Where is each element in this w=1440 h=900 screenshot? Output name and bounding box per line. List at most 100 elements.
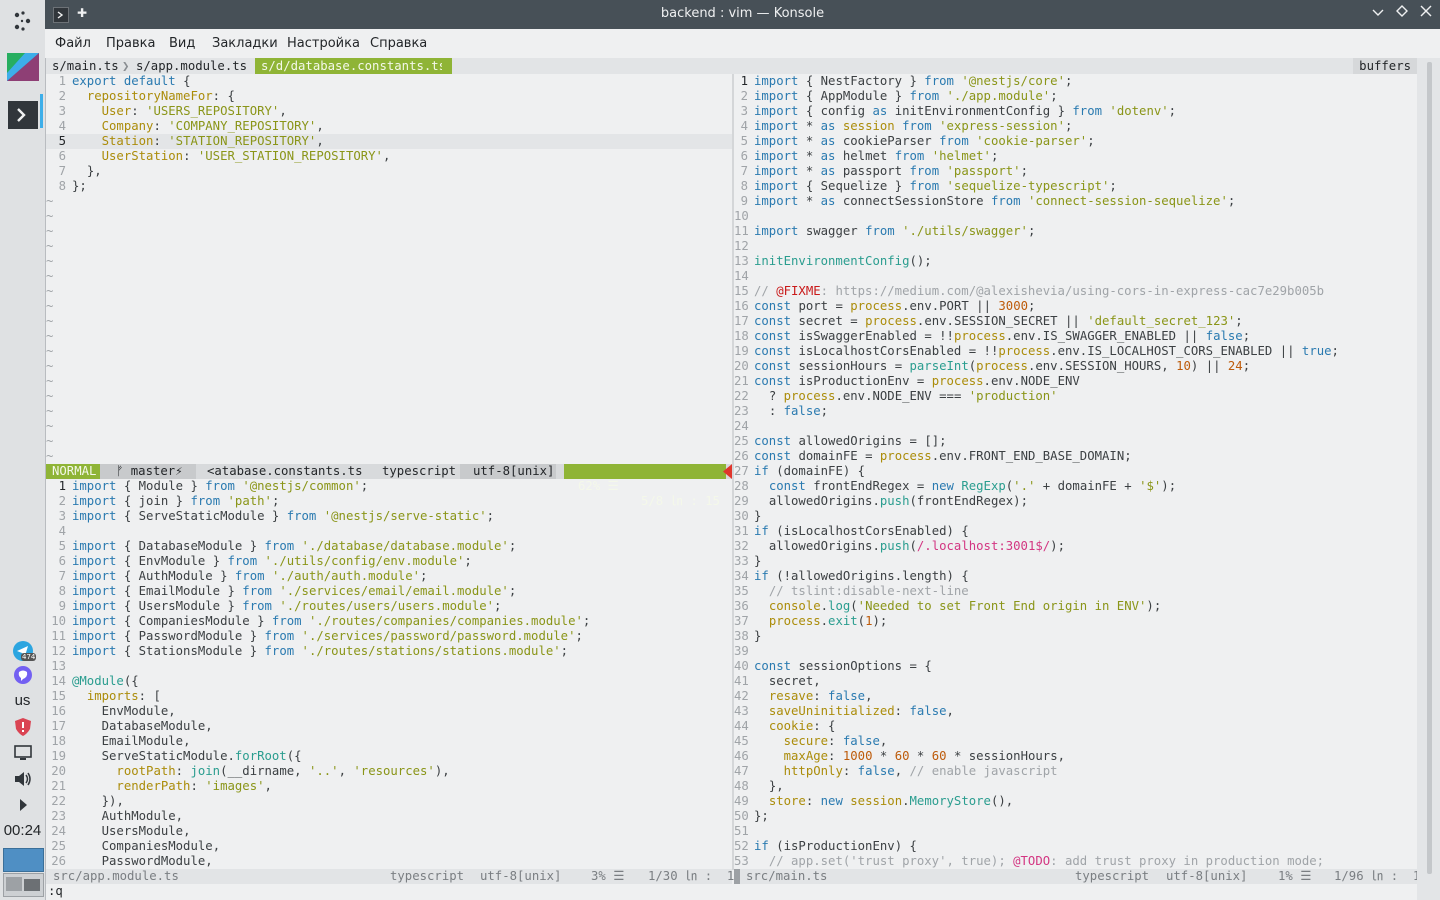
code-line[interactable]: 45 secure: false, (734, 734, 1417, 749)
code-line[interactable]: 16 const port = process.env.PORT || 3000; (734, 299, 1417, 314)
code-line[interactable]: 7 }, (46, 164, 732, 179)
code-line[interactable]: 46 maxAge: 1000 * 60 * 60 * sessionHours… (734, 749, 1417, 764)
code-line[interactable]: 6import { EnvModule } from './utils/conf… (46, 554, 732, 569)
code-line[interactable]: 44 cookie: { (734, 719, 1417, 734)
code-line[interactable]: 48 }, (734, 779, 1417, 794)
menu-edit[interactable]: Правка (106, 36, 155, 51)
tray-expand-arrow-icon[interactable] (6, 790, 39, 820)
editor-pane-database-constants[interactable]: 1 export default {2 repositoryNameFor: {3… (46, 74, 732, 464)
code-line[interactable]: 52 if (isProductionEnv) { (734, 839, 1417, 854)
code-line[interactable]: 9 import * as connectSessionStore from 'c… (734, 194, 1417, 209)
code-line[interactable]: 4 import * as session from 'express-sessi… (734, 119, 1417, 134)
code-line[interactable]: 13 (46, 659, 732, 674)
buffer-tab-app-module[interactable]: s/app.module.ts (130, 58, 253, 74)
code-line[interactable]: 6 UserStation: 'USER_STATION_REPOSITORY'… (46, 149, 732, 164)
buffer-tab-main[interactable]: s/main.ts (46, 58, 125, 74)
code-line[interactable]: 33} (734, 554, 1417, 569)
maximize-diamond-icon[interactable] (1393, 5, 1411, 23)
code-line[interactable]: 3 User: 'USERS_REPOSITORY', (46, 104, 732, 119)
code-line[interactable]: 7import { AuthModule } from './auth/auth… (46, 569, 732, 584)
code-line[interactable]: 8}; (46, 179, 732, 194)
code-line[interactable]: 39 (734, 644, 1417, 659)
code-line[interactable]: 24 UsersModule, (46, 824, 732, 839)
code-line[interactable]: 20 const sessionHours = parseInt(process.… (734, 359, 1417, 374)
code-line[interactable]: 40 const sessionOptions = { (734, 659, 1417, 674)
close-icon[interactable] (1417, 5, 1435, 23)
scrollbar-thumb[interactable] (1427, 62, 1432, 874)
code-line[interactable]: 26 PasswordModule, (46, 854, 732, 869)
code-line[interactable]: 2 import { AppModule } from './app.module… (734, 89, 1417, 104)
code-line[interactable]: 5import { DatabaseModule } from './datab… (46, 539, 732, 554)
code-line[interactable]: 29 allowedOrigins.push(frontEndRegex); (734, 494, 1417, 509)
code-line[interactable]: 8 import { Sequelize } from 'sequelize-ty… (734, 179, 1417, 194)
code-line[interactable]: 1 export default { (46, 74, 732, 89)
minimize-chevron-icon[interactable] (1369, 5, 1387, 23)
code-line[interactable]: 25 CompaniesModule, (46, 839, 732, 854)
code-line[interactable]: 51 (734, 824, 1417, 839)
clock[interactable]: 00:24 (0, 822, 45, 839)
code-line[interactable]: 4 Company: 'COMPANY_REPOSITORY', (46, 119, 732, 134)
code-line[interactable]: 36 console.log('Needed to set Front End … (734, 599, 1417, 614)
code-line[interactable]: 5 Station: 'STATION_REPOSITORY', (46, 134, 732, 149)
code-line[interactable]: 17 const secret = process.env.SESSION_SEC… (734, 314, 1417, 329)
code-line[interactable]: 4 (46, 524, 732, 539)
code-line[interactable]: 23 : false; (734, 404, 1417, 419)
code-line[interactable]: 24 (734, 419, 1417, 434)
code-line[interactable]: 50}; (734, 809, 1417, 824)
code-line[interactable]: 27 if (domainFE) { (734, 464, 1417, 479)
code-line[interactable]: 7 import * as passport from 'passport'; (734, 164, 1417, 179)
code-line[interactable]: 47 httpOnly: false, // enable javascript (734, 764, 1417, 779)
code-line[interactable]: 13 initEnvironmentConfig(); (734, 254, 1417, 269)
application-launcher-icon[interactable] (6, 6, 39, 36)
code-line[interactable]: 19 const isLocalhostCorsEnabled = !!proce… (734, 344, 1417, 359)
code-line[interactable]: 14 @Module({ (46, 674, 732, 689)
code-line[interactable]: 35 // tslint:disable-next-line (734, 584, 1417, 599)
code-line[interactable]: 3import { ServeStaticModule } from '@nes… (46, 509, 732, 524)
code-line[interactable]: 1import { Module } from '@nestjs/common'… (46, 479, 732, 494)
code-line[interactable]: 3 import { config as initEnvironmentConfi… (734, 104, 1417, 119)
kate-task-icon[interactable] (6, 52, 39, 82)
code-line[interactable]: 22 }), (46, 794, 732, 809)
code-line[interactable]: 1 import { NestFactory } from '@nestjs/co… (734, 74, 1417, 89)
code-line[interactable]: 2 repositoryNameFor: { (46, 89, 732, 104)
code-line[interactable]: 10 (734, 209, 1417, 224)
menu-help[interactable]: Справка (370, 36, 427, 51)
menu-settings[interactable]: Настройка (287, 36, 360, 51)
code-line[interactable]: 17 DatabaseModule, (46, 719, 732, 734)
pager-desktop-2[interactable] (3, 873, 44, 897)
code-line[interactable]: 12 (734, 239, 1417, 254)
code-line[interactable]: 16 EnvModule, (46, 704, 732, 719)
code-line[interactable]: 14 (734, 269, 1417, 284)
code-line[interactable]: 25 const allowedOrigins = []; (734, 434, 1417, 449)
code-line[interactable]: 12 import { StationsModule } from './rout… (46, 644, 732, 659)
code-line[interactable]: 22 ? process.env.NODE_ENV === 'productio… (734, 389, 1417, 404)
code-line[interactable]: 18 EmailModule, (46, 734, 732, 749)
code-line[interactable]: 11 import swagger from './utils/swagger'; (734, 224, 1417, 239)
code-line[interactable]: 26 const domainFE = process.env.FRONT_END… (734, 449, 1417, 464)
code-line[interactable]: 5 import * as cookieParser from 'cookie-p… (734, 134, 1417, 149)
code-line[interactable]: 49 store: new session.MemoryStore(), (734, 794, 1417, 809)
viber-tray-icon[interactable] (6, 660, 39, 690)
konsole-task-icon[interactable] (6, 100, 39, 130)
code-line[interactable]: 21 const isProductionEnv = process.env.NO… (734, 374, 1417, 389)
code-line[interactable]: 37 process.exit(1); (734, 614, 1417, 629)
code-line[interactable]: 30} (734, 509, 1417, 524)
code-line[interactable]: 31 if (isLocalhostCorsEnabled) { (734, 524, 1417, 539)
code-line[interactable]: 38} (734, 629, 1417, 644)
code-line[interactable]: 28 const frontEndRegex = new RegExp('.' … (734, 479, 1417, 494)
menu-view[interactable]: Вид (169, 36, 195, 51)
code-line[interactable]: 2import { join } from 'path'; (46, 494, 732, 509)
code-line[interactable]: 8 import { EmailModule } from './services… (46, 584, 732, 599)
menu-bookmarks[interactable]: Закладки (212, 36, 278, 51)
pager-desktop-1[interactable] (3, 848, 44, 872)
code-line[interactable]: 43 saveUninitialized: false, (734, 704, 1417, 719)
code-line[interactable]: 34 if (!allowedOrigins.length) { (734, 569, 1417, 584)
code-line[interactable]: 21 renderPath: 'images', (46, 779, 732, 794)
code-line[interactable]: 10 import { CompaniesModule } from './rou… (46, 614, 732, 629)
code-line[interactable]: 15 // @FIXME: https://medium.com/@alexish… (734, 284, 1417, 299)
code-line[interactable]: 53 // app.set('trust proxy', true); @TOD… (734, 854, 1417, 869)
terminal-area[interactable]: s/main.ts ❯ s/app.module.ts s/d/database… (46, 58, 1417, 900)
command-line[interactable]: :q (48, 884, 63, 899)
code-line[interactable]: 23 AuthModule, (46, 809, 732, 824)
code-line[interactable]: 11 import { PasswordModule } from './serv… (46, 629, 732, 644)
